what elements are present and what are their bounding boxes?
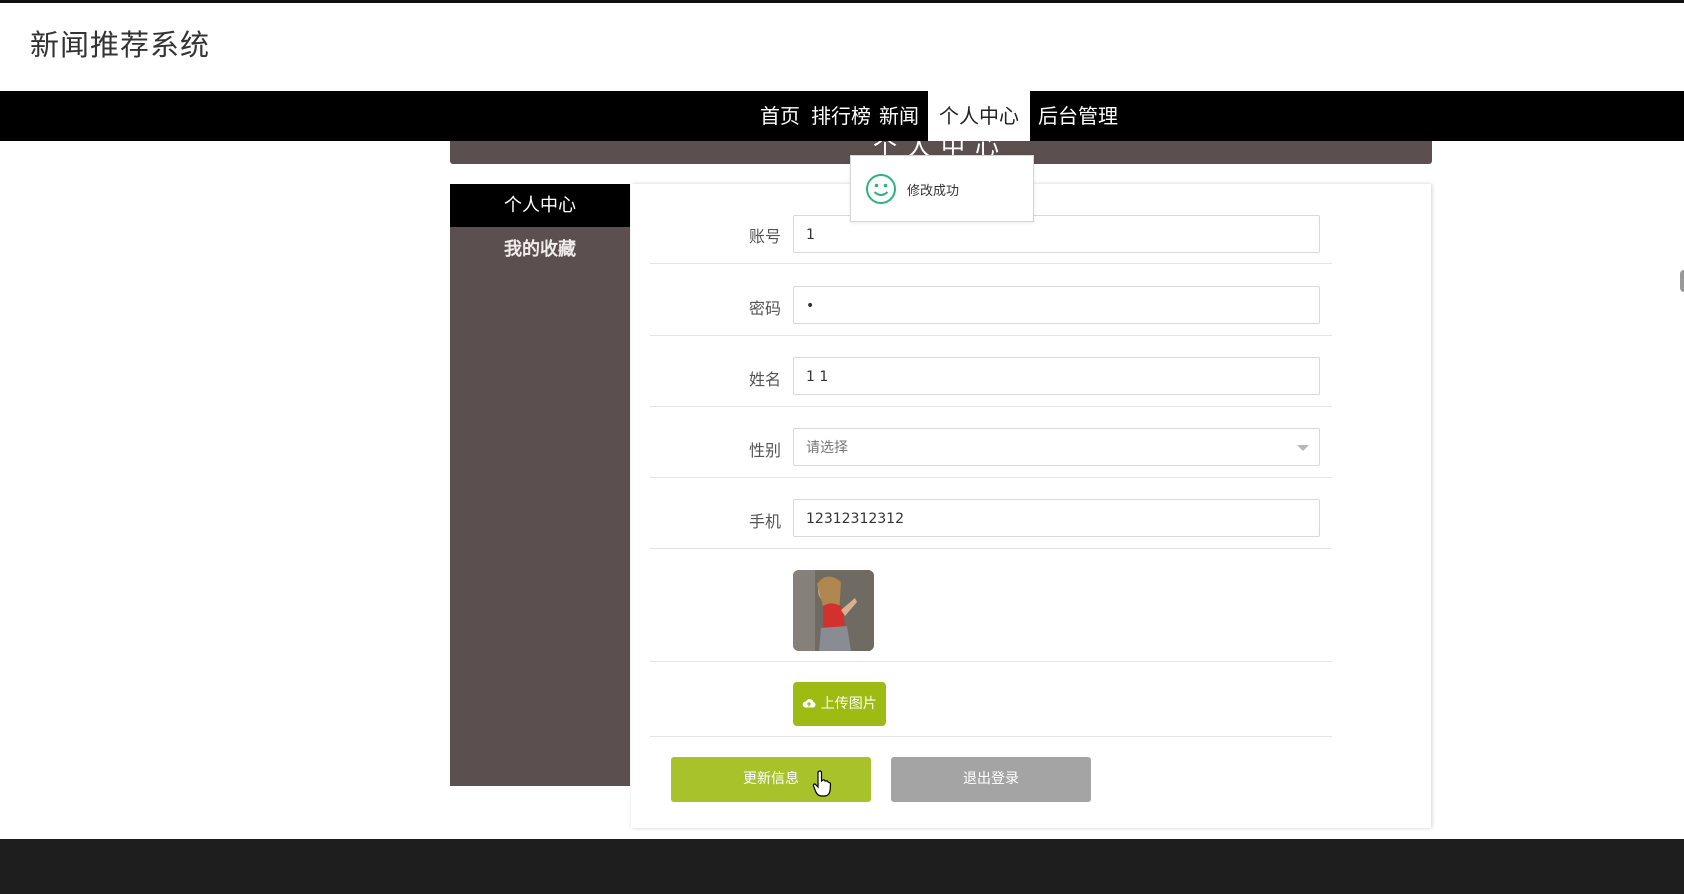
form-divider	[650, 548, 1332, 549]
main-navbar: 首页 排行榜 新闻 个人中心 后台管理	[0, 91, 1684, 141]
nav-news[interactable]: 新闻	[879, 91, 919, 141]
form-divider	[650, 406, 1332, 407]
site-title: 新闻推荐系统	[30, 28, 211, 62]
password-field[interactable]: •	[793, 286, 1320, 324]
nav-home[interactable]: 首页	[760, 91, 800, 141]
gender-label: 性别	[748, 441, 781, 460]
form-divider	[650, 736, 1332, 737]
form-divider	[650, 263, 1332, 264]
cloud-upload-icon	[802, 699, 816, 708]
logout-button[interactable]: 退出登录	[891, 757, 1091, 802]
success-toast: 修改成功	[850, 155, 1034, 222]
form-divider	[650, 335, 1332, 336]
sidebar-item-favorites[interactable]: 我的收藏	[450, 228, 630, 271]
nav-admin[interactable]: 后台管理	[1038, 91, 1118, 141]
sidebar: 个人中心 我的收藏	[450, 184, 630, 786]
account-label: 账号	[748, 227, 781, 246]
name-field[interactable]: 1 1	[793, 357, 1320, 395]
avatar	[793, 570, 874, 651]
hand-pointer-icon	[812, 770, 832, 797]
scroll-edge-handle	[1680, 270, 1684, 292]
chevron-down-icon	[1297, 445, 1309, 451]
toast-message: 修改成功	[907, 184, 960, 199]
sidebar-item-personal-center[interactable]: 个人中心	[450, 184, 630, 227]
top-border	[0, 0, 1684, 3]
upload-image-button[interactable]: 上传图片	[793, 682, 886, 726]
update-info-button[interactable]: 更新信息	[671, 757, 871, 802]
name-label: 姓名	[748, 370, 781, 389]
phone-label: 手机	[748, 512, 781, 531]
phone-field[interactable]: 12312312312	[793, 499, 1320, 537]
form-divider	[650, 477, 1332, 478]
nav-ranking[interactable]: 排行榜	[811, 91, 871, 141]
smile-icon	[866, 174, 896, 204]
avatar-photo	[793, 570, 874, 651]
password-label: 密码	[748, 299, 781, 318]
gender-select-value: 请选择	[806, 440, 848, 456]
gender-select[interactable]: 请选择	[793, 428, 1320, 466]
upload-image-label: 上传图片	[820, 696, 877, 712]
nav-personal-center[interactable]: 个人中心	[928, 91, 1030, 141]
page-footer	[0, 839, 1684, 894]
form-divider	[650, 661, 1332, 662]
